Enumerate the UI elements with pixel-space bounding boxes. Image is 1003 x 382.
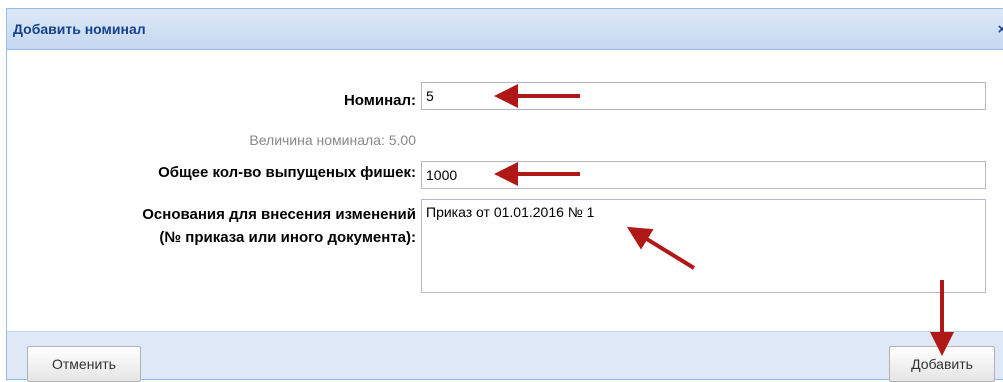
dialog-title: Добавить номинал bbox=[13, 21, 146, 37]
reason-textarea[interactable]: Приказ от 01.01.2016 № 1 bbox=[421, 199, 986, 293]
dialog-titlebar[interactable]: Добавить номинал × bbox=[7, 9, 1003, 50]
chips-count-label: Общее кол-во выпущеных фишек: bbox=[158, 164, 416, 181]
add-button[interactable]: Добавить bbox=[889, 346, 995, 382]
reason-label-line1: Основания для внесения изменений bbox=[142, 206, 416, 223]
cancel-button[interactable]: Отменить bbox=[27, 346, 141, 382]
nominal-amount-text: Величина номинала: 5.00 bbox=[249, 132, 416, 148]
add-nominal-dialog: Добавить номинал × Номинал: Величина ном… bbox=[6, 8, 1003, 382]
close-icon[interactable]: × bbox=[994, 22, 1003, 38]
nominal-label: Номинал: bbox=[343, 92, 416, 109]
chips-count-input[interactable] bbox=[421, 161, 986, 189]
reason-label-line2: (№ приказа или иного документа): bbox=[159, 229, 416, 246]
dialog-footer: Отменить Добавить bbox=[7, 331, 1003, 382]
nominal-input[interactable] bbox=[421, 82, 986, 110]
